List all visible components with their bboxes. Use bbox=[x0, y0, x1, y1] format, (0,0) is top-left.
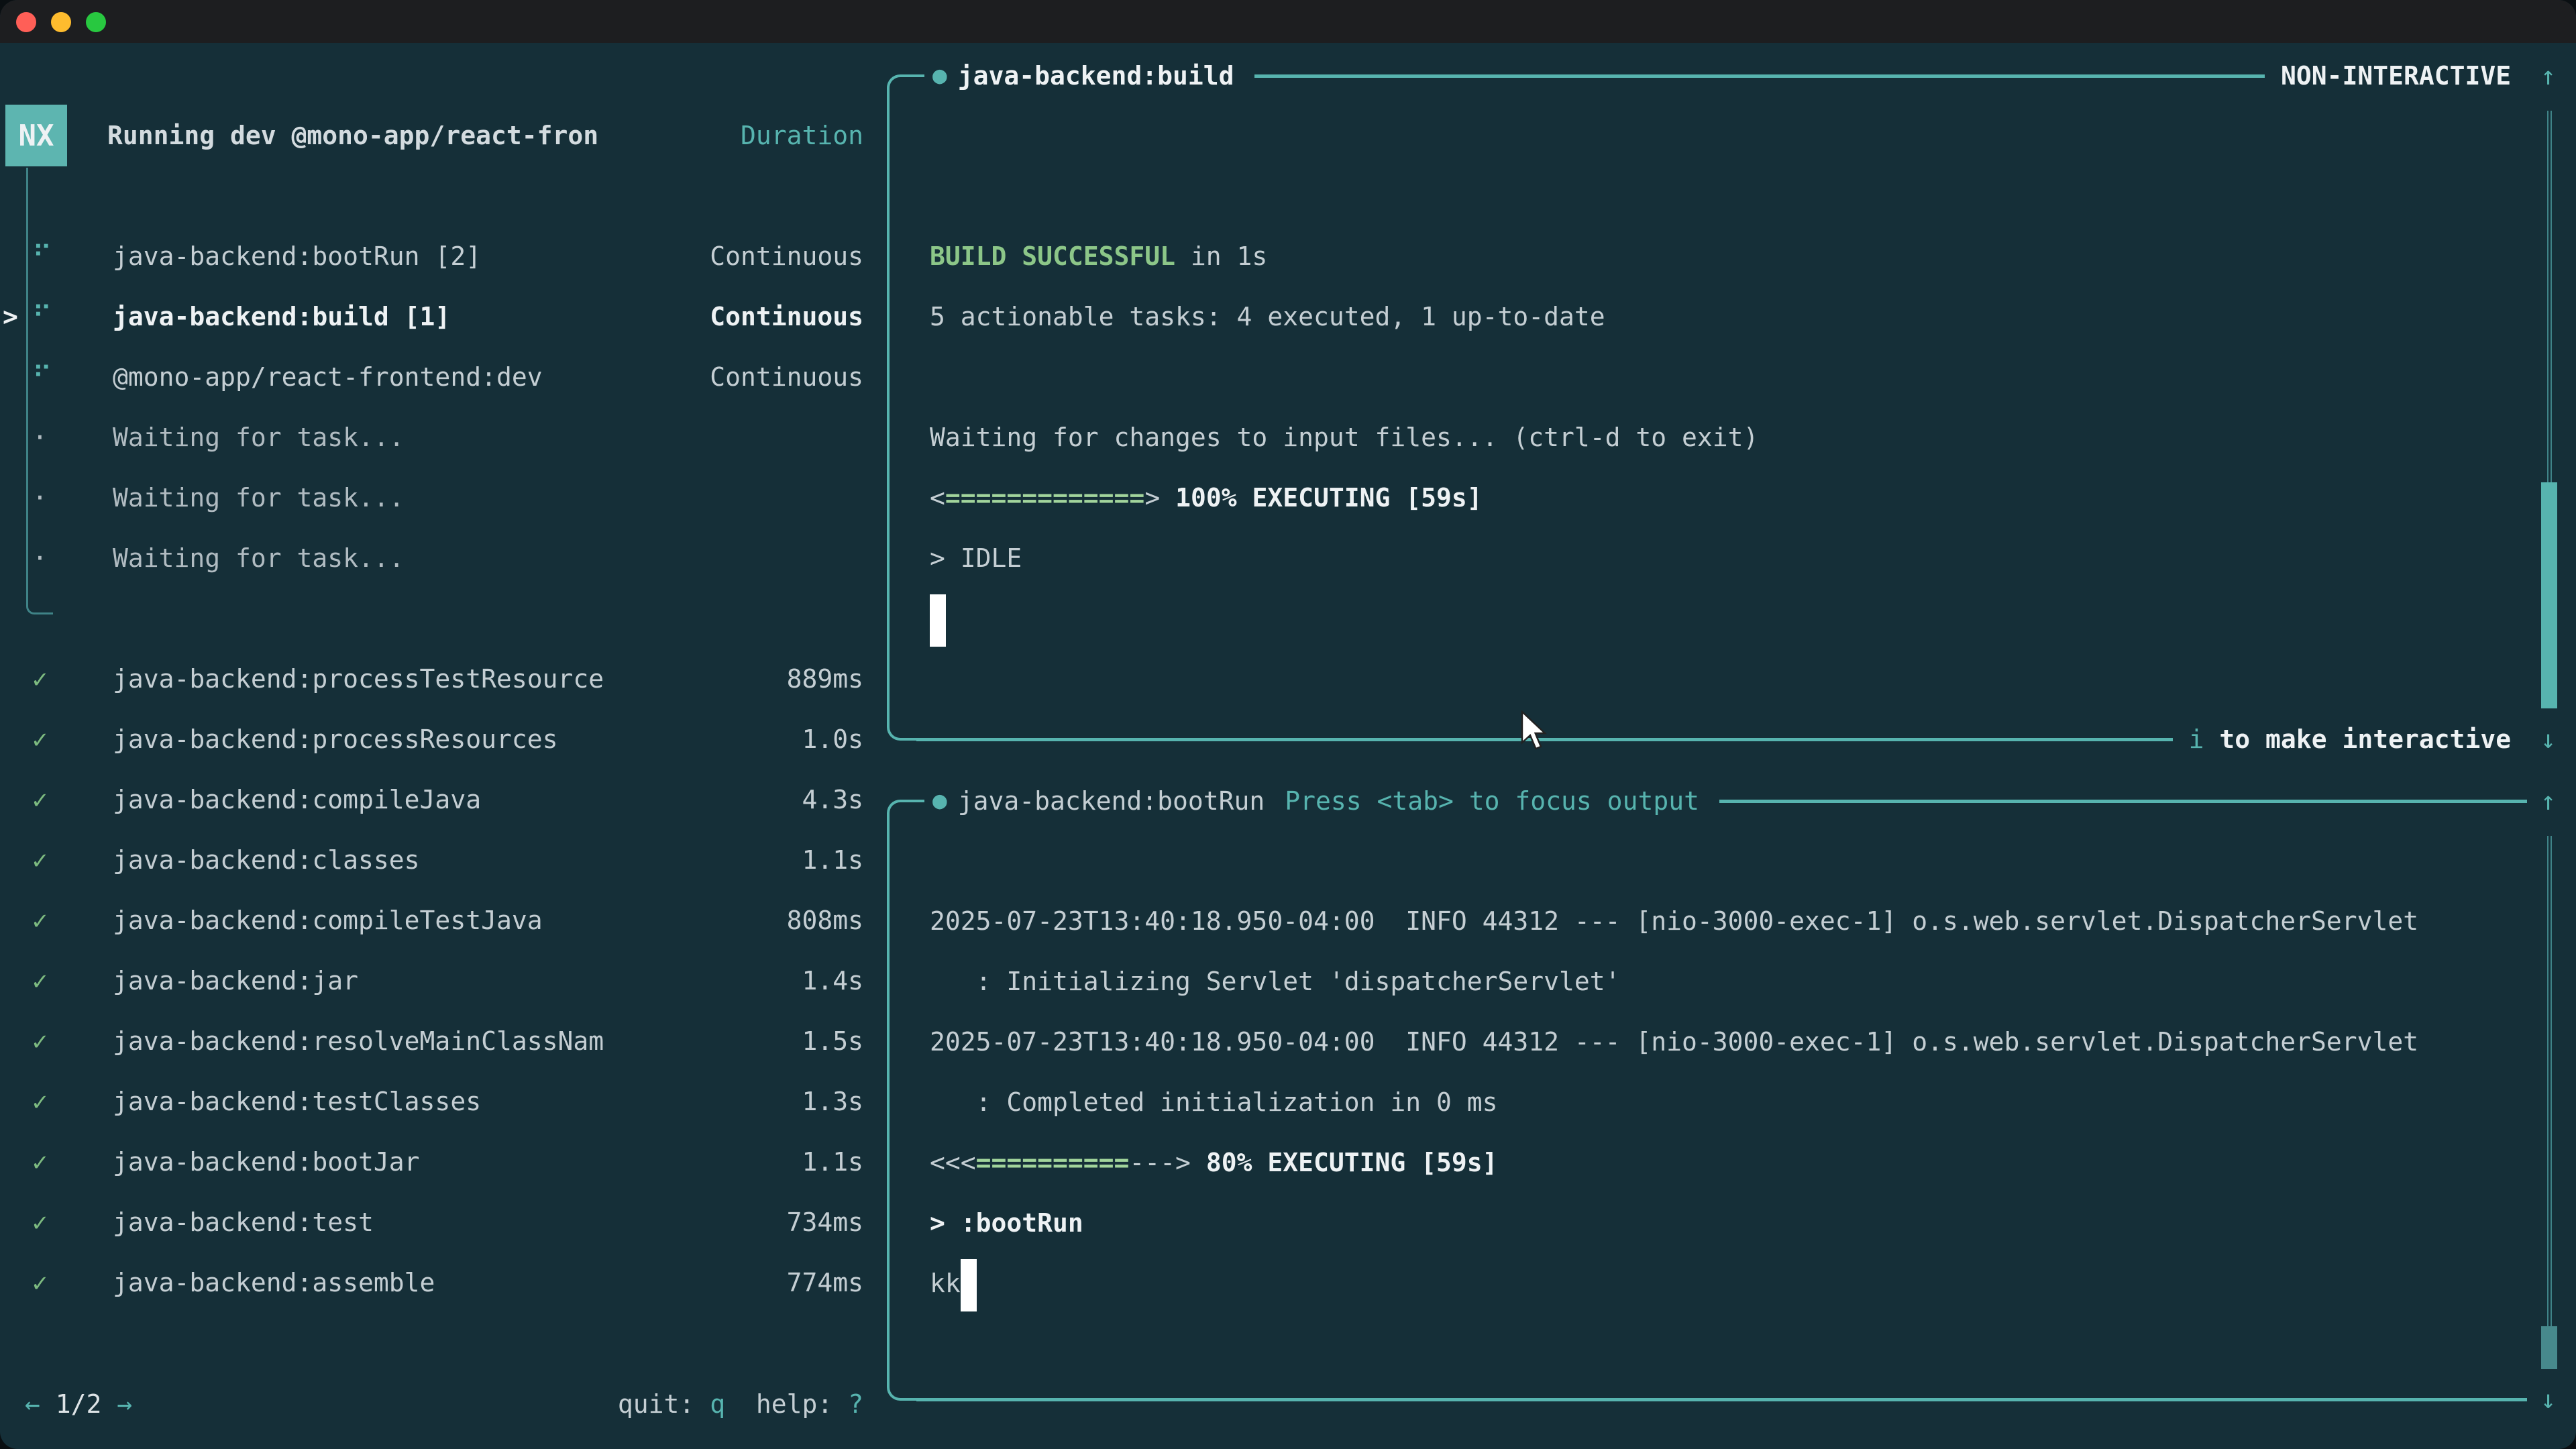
window-titlebar[interactable] bbox=[0, 0, 2576, 43]
terminal-text-segment: : Completed initialization in 0 ms bbox=[930, 1087, 1497, 1117]
nx-tui-app: NX Running dev @mono-app/react-fron Dura… bbox=[0, 43, 2576, 1449]
output-panels: ● java-backend:build NON-INTERACTIVE ↑ B… bbox=[0, 43, 2576, 1449]
terminal-line bbox=[930, 830, 2517, 891]
scroll-down-icon[interactable]: ↓ bbox=[2527, 709, 2564, 769]
terminal-text-segment: kk bbox=[930, 1269, 961, 1298]
terminal-text-segment: > :bootRun bbox=[930, 1208, 1083, 1238]
minimize-window-button[interactable] bbox=[51, 12, 71, 32]
text-cursor bbox=[930, 594, 946, 647]
build-scrollbar-thumb[interactable] bbox=[2541, 482, 2557, 708]
bootrun-panel-footer: ↓ bbox=[890, 1369, 2564, 1430]
scroll-up-icon[interactable]: ↑ bbox=[2527, 771, 2564, 831]
text-cursor bbox=[961, 1259, 977, 1311]
terminal-text-segment: <<< bbox=[930, 1148, 976, 1177]
terminal-line: 2025-07-23T13:40:18.950-04:00 INFO 44312… bbox=[930, 1012, 2517, 1072]
terminal-line bbox=[930, 166, 2517, 226]
terminal-text-segment: in 1s bbox=[1175, 241, 1267, 271]
scroll-down-icon[interactable]: ↓ bbox=[2527, 1369, 2564, 1430]
close-window-button[interactable] bbox=[16, 12, 36, 32]
build-terminal-output[interactable]: BUILD SUCCESSFUL in 1s 5 actionable tasks… bbox=[930, 77, 2517, 735]
terminal-line: 2025-07-23T13:40:18.950-04:00 INFO 44312… bbox=[930, 891, 2517, 951]
terminal-line: kk bbox=[930, 1253, 2517, 1313]
terminal-line: : Initializing Servlet 'dispatcherServle… bbox=[930, 951, 2517, 1012]
terminal-line: > IDLE bbox=[930, 528, 2517, 588]
terminal-text-segment: > IDLE bbox=[930, 543, 1022, 573]
mouse-pointer bbox=[1519, 710, 1552, 753]
terminal-text-segment: : Initializing Servlet 'dispatcherServle… bbox=[930, 967, 1621, 996]
terminal-text-segment: 100% EXECUTING [59s] bbox=[1160, 483, 1482, 513]
output-panel-bootrun: ● java-backend:bootRun Press <tab> to fo… bbox=[887, 800, 2564, 1401]
terminal-line bbox=[930, 347, 2517, 407]
terminal-text-segment: BUILD SUCCESSFUL bbox=[930, 241, 1175, 271]
terminal-text-segment: 2025-07-23T13:40:18.950-04:00 INFO 44312… bbox=[930, 1027, 2418, 1057]
terminal-text-segment: 5 actionable tasks: 4 executed, 1 up-to-… bbox=[930, 302, 1605, 331]
terminal-line: <<<==========---> 80% EXECUTING [59s] bbox=[930, 1132, 2517, 1193]
terminal-text-segment: 80% EXECUTING [59s] bbox=[1191, 1148, 1498, 1177]
terminal-text-segment: ============= bbox=[945, 483, 1144, 513]
terminal-text-segment: < bbox=[930, 483, 945, 513]
terminal-text-segment: ========== bbox=[976, 1148, 1130, 1177]
bootrun-terminal-output[interactable]: 2025-07-23T13:40:18.950-04:00 INFO 44312… bbox=[930, 802, 2517, 1395]
scroll-up-icon[interactable]: ↑ bbox=[2527, 46, 2564, 106]
terminal-line: <=============> 100% EXECUTING [59s] bbox=[930, 468, 2517, 528]
terminal-text-segment: > bbox=[1144, 483, 1160, 513]
interactive-hint: i to make interactive bbox=[2173, 709, 2527, 769]
interactive-hint-text: to make interactive bbox=[2204, 724, 2512, 754]
terminal-text-segment: 2025-07-23T13:40:18.950-04:00 INFO 44312… bbox=[930, 906, 2418, 936]
terminal-line: : Completed initialization in 0 ms bbox=[930, 1072, 2517, 1132]
footer-rule bbox=[916, 1398, 2527, 1401]
bootrun-scrollbar-track[interactable] bbox=[2547, 836, 2552, 1364]
terminal-line bbox=[930, 105, 2517, 166]
terminal-line: Waiting for changes to input files... (c… bbox=[930, 407, 2517, 468]
terminal-text-segment: Waiting for changes to input files... (c… bbox=[930, 423, 1758, 452]
terminal-line: > :bootRun bbox=[930, 1193, 2517, 1253]
output-panel-build: ● java-backend:build NON-INTERACTIVE ↑ B… bbox=[887, 74, 2564, 741]
terminal-line: 5 actionable tasks: 4 executed, 1 up-to-… bbox=[930, 286, 2517, 347]
interactive-hint-key: i bbox=[2189, 724, 2204, 754]
terminal-line: BUILD SUCCESSFUL in 1s bbox=[930, 226, 2517, 286]
terminal-line bbox=[930, 588, 2517, 649]
build-panel-footer: i to make interactive ↓ bbox=[890, 709, 2564, 769]
terminal-window: NX Running dev @mono-app/react-fron Dura… bbox=[0, 0, 2576, 1449]
terminal-text-segment: ---> bbox=[1129, 1148, 1191, 1177]
zoom-window-button[interactable] bbox=[86, 12, 106, 32]
